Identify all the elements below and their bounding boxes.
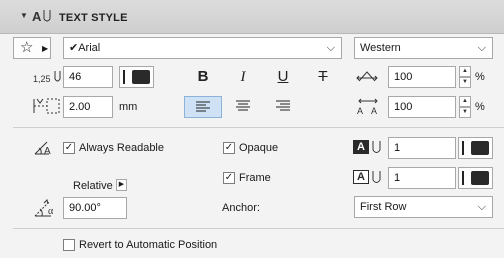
anchor-value: First Row <box>360 201 407 213</box>
pen-color-swatch <box>132 70 150 84</box>
text-size-input[interactable]: 46 <box>63 66 113 88</box>
pen-icon <box>371 140 383 159</box>
revert-position-label: Revert to Automatic Position <box>79 239 218 251</box>
text-style-icon: A <box>32 8 54 27</box>
opaque-label: Opaque <box>239 142 279 154</box>
relative-arrow-button[interactable]: ▶ <box>116 179 127 191</box>
collapse-triangle-icon[interactable]: ▼ <box>20 11 28 20</box>
revert-position-checkbox[interactable] <box>63 239 75 251</box>
align-left-button[interactable] <box>184 96 222 118</box>
background-pen-input[interactable]: 1 <box>388 137 456 159</box>
pen-icon <box>371 170 383 189</box>
letter-spacing-input[interactable]: 100 <box>388 96 456 118</box>
panel-title: TEXT STYLE <box>59 12 128 24</box>
background-fill-icon: A <box>353 140 369 154</box>
line-spacing-unit: mm <box>119 101 138 113</box>
panel-header[interactable]: ▼ A TEXT STYLE <box>0 0 504 34</box>
always-readable-label: Always Readable <box>79 142 164 154</box>
letter-spacing-stepper[interactable]: ▲ ▼ <box>459 96 471 118</box>
svg-text:A: A <box>32 9 42 24</box>
bold-button[interactable]: B <box>188 66 218 88</box>
text-size-icon: 1,25 <box>33 68 63 89</box>
checkmark-icon: ✔ <box>69 42 79 54</box>
anchor-label: Anchor: <box>222 202 260 214</box>
favorites-button[interactable]: ☆ ▶ <box>13 37 51 59</box>
chevron-down-icon[interactable]: ▼ <box>459 107 471 118</box>
line-spacing-input[interactable]: 2.00 <box>63 96 113 118</box>
align-left-icon <box>196 101 210 112</box>
opaque-checkbox[interactable]: ✓ <box>223 142 235 154</box>
pen-bar-icon <box>462 171 464 185</box>
separator <box>13 127 504 128</box>
align-center-icon <box>236 100 250 111</box>
width-factor-icon <box>356 69 378 88</box>
pen-color-swatch <box>471 171 489 185</box>
chevron-down-icon: ⌵ <box>477 201 486 213</box>
pen-bar-icon <box>462 141 464 155</box>
svg-text:1,25: 1,25 <box>33 74 51 84</box>
font-name: Arial <box>78 42 101 54</box>
relative-label: Relative <box>73 180 113 192</box>
chevron-up-icon[interactable]: ▲ <box>459 96 471 107</box>
chevron-up-icon[interactable]: ▲ <box>459 66 471 77</box>
pen-color-swatch <box>471 141 489 155</box>
width-factor-unit: % <box>475 71 485 83</box>
align-right-button[interactable] <box>268 96 298 118</box>
chevron-down-icon: ⌵ <box>477 42 486 54</box>
frame-label: Frame <box>239 172 271 184</box>
align-center-button[interactable] <box>228 96 258 118</box>
script-name: Western <box>360 42 401 54</box>
frame-icon: A <box>353 170 369 184</box>
width-factor-input[interactable]: 100 <box>388 66 456 88</box>
frame-pen-input[interactable]: 1 <box>388 167 456 189</box>
strikethrough-button[interactable]: T <box>308 66 338 88</box>
chevron-down-icon[interactable]: ▼ <box>459 77 471 88</box>
letter-spacing-unit: % <box>475 101 485 113</box>
anchor-select[interactable]: First Row ⌵ <box>354 196 493 218</box>
pen-bar-icon <box>123 70 125 84</box>
svg-text:A: A <box>371 106 377 115</box>
align-right-icon <box>276 100 290 111</box>
svg-text:α: α <box>48 206 54 217</box>
text-pen-button[interactable] <box>119 66 154 88</box>
font-select[interactable]: ✔Arial ⌵ <box>63 37 342 59</box>
chevron-down-icon: ⌵ <box>326 42 335 54</box>
background-pen-button[interactable] <box>458 137 493 159</box>
frame-pen-button[interactable] <box>458 167 493 189</box>
frame-checkbox[interactable]: ✓ <box>223 172 235 184</box>
always-readable-checkbox[interactable]: ✓ <box>63 142 75 154</box>
rotation-angle-input[interactable]: 90.00° <box>63 197 127 219</box>
letter-spacing-icon: A A <box>356 97 380 118</box>
separator <box>13 228 504 229</box>
italic-button[interactable]: I <box>228 66 258 88</box>
svg-text:A: A <box>44 146 51 157</box>
arrow-right-icon: ▶ <box>42 44 49 53</box>
underline-button[interactable]: U <box>268 66 298 88</box>
star-icon: ☆ <box>20 39 34 56</box>
script-select[interactable]: Western ⌵ <box>354 37 493 59</box>
width-factor-stepper[interactable]: ▲ ▼ <box>459 66 471 88</box>
readable-angle-icon: A <box>33 139 57 160</box>
rotation-angle-icon: α <box>33 198 61 221</box>
line-spacing-icon <box>33 97 61 118</box>
arrow-right-icon: ▶ <box>118 181 125 188</box>
svg-text:A: A <box>357 106 363 115</box>
